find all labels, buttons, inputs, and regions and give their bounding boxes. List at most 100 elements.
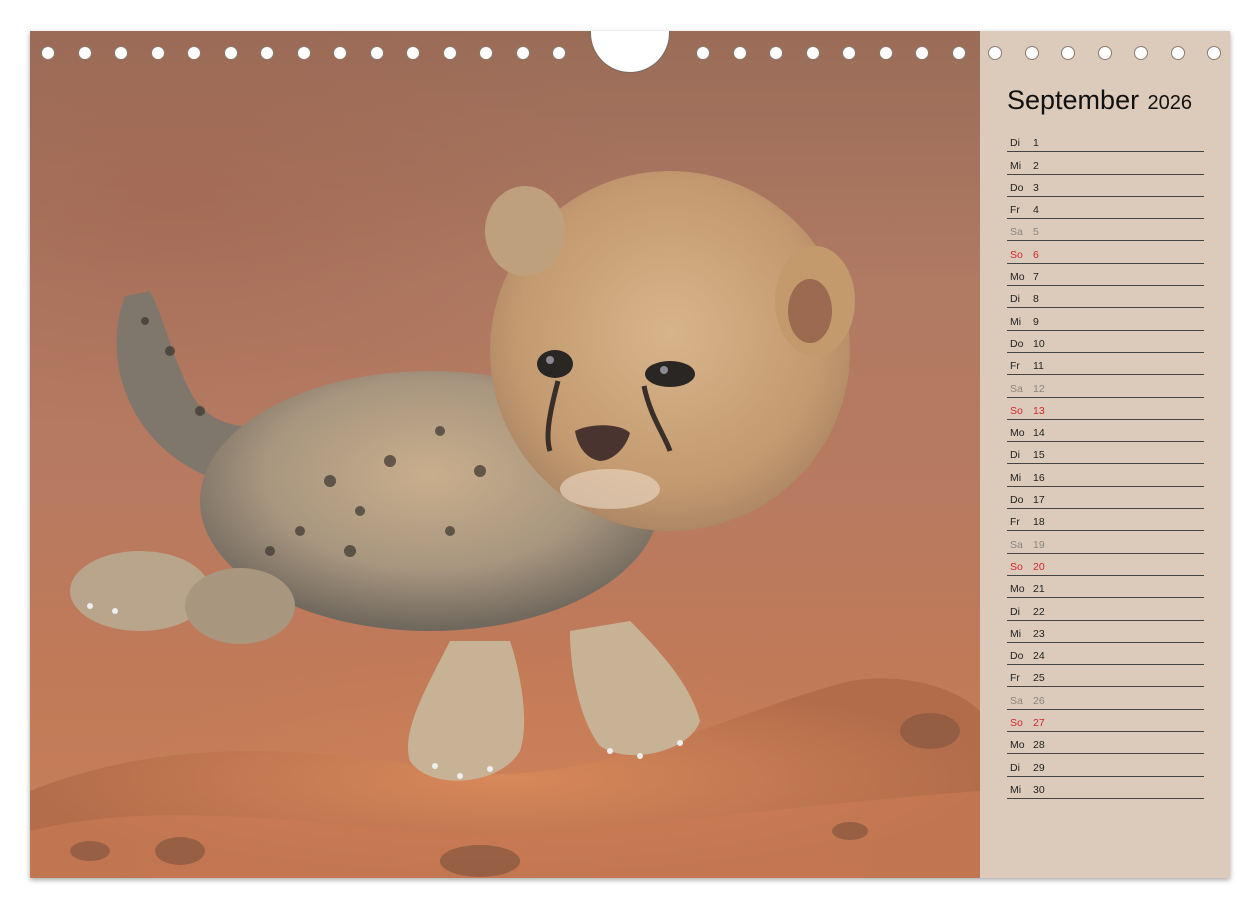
day-number: 30: [1033, 783, 1045, 796]
binding-hole: [260, 46, 274, 60]
day-row: Di 29: [1007, 754, 1204, 777]
binding-hole: [1061, 46, 1075, 60]
binding-hole: [1134, 46, 1148, 60]
binding-hole: [951, 46, 966, 60]
binding-hole: [296, 46, 311, 60]
weekday-label: Mi: [1010, 159, 1022, 172]
weekday-label: Mi: [1010, 471, 1022, 484]
day-number: 15: [1033, 449, 1045, 462]
day-number: 4: [1033, 204, 1039, 217]
day-number: 20: [1033, 560, 1045, 573]
day-row: So 27: [1007, 710, 1204, 733]
binding-hole: [1024, 46, 1039, 60]
day-number: 7: [1033, 271, 1039, 284]
day-row: Di 15: [1007, 442, 1204, 465]
binding-hole: [552, 46, 566, 60]
day-number: 23: [1033, 627, 1045, 640]
binding-hole: [479, 46, 493, 60]
day-number: 5: [1033, 226, 1039, 239]
weekday-label: Do: [1010, 337, 1024, 350]
day-number: 19: [1033, 538, 1045, 551]
weekday-label: Di: [1010, 449, 1020, 462]
day-number: 18: [1033, 516, 1045, 529]
binding-hole: [442, 46, 457, 60]
day-number: 14: [1033, 427, 1045, 440]
day-row: Mo 14: [1007, 420, 1204, 443]
binding-hole: [696, 46, 710, 60]
binding-hole: [223, 46, 238, 60]
day-row: Mi 16: [1007, 464, 1204, 487]
day-number: 9: [1033, 315, 1039, 328]
weekday-label: So: [1010, 717, 1023, 730]
binding-hole: [769, 46, 783, 60]
day-row: So 6: [1007, 241, 1204, 264]
day-row: Mi 23: [1007, 621, 1204, 643]
weekday-label: So: [1010, 404, 1023, 417]
weekday-label: Do: [1010, 181, 1024, 194]
binding-hole: [406, 46, 420, 60]
day-row: Do 10: [1007, 331, 1204, 353]
day-row: Di 8: [1007, 286, 1204, 309]
day-row: Mi 9: [1007, 308, 1204, 331]
day-row: So 20: [1007, 554, 1204, 576]
year-label: 2026: [1147, 92, 1193, 114]
calendar-page: September 2026 Di 1 Mi 2 Do 3 Fr 4 Sa 5 So 6 Mo 7 Di 8 M…: [30, 31, 1230, 878]
day-row: Fr 4: [1007, 197, 1204, 220]
day-row: Di 1: [1007, 130, 1204, 153]
binding-hole: [114, 46, 128, 60]
binding-hole: [1170, 46, 1185, 60]
weekday-label: Mo: [1010, 739, 1025, 752]
day-row: Fr 11: [1007, 353, 1204, 376]
binding-hole: [150, 46, 165, 60]
weekday-label: Fr: [1010, 672, 1020, 685]
day-number: 10: [1033, 337, 1045, 350]
day-row: Sa 12: [1007, 375, 1204, 398]
weekday-label: Di: [1010, 605, 1020, 618]
day-number: 25: [1033, 672, 1045, 685]
weekday-label: Sa: [1010, 694, 1023, 707]
month-title: September 2026: [1007, 87, 1192, 114]
day-row: Do 24: [1007, 643, 1204, 666]
day-number: 3: [1033, 181, 1039, 194]
day-number: 24: [1033, 650, 1045, 663]
binding-hole: [41, 46, 55, 60]
binding-hole: [732, 46, 747, 60]
binding-hole: [805, 46, 820, 60]
day-row: Sa 19: [1007, 531, 1204, 554]
weekday-label: So: [1010, 248, 1023, 261]
weekday-label: Sa: [1010, 226, 1023, 239]
binding-hole: [915, 46, 929, 60]
calendar-sidebar: September 2026 Di 1 Mi 2 Do 3 Fr 4 Sa 5 So 6 Mo 7 Di 8 M…: [980, 31, 1230, 878]
day-row: Do 3: [1007, 175, 1204, 197]
weekday-label: Mi: [1010, 315, 1022, 328]
day-row: Mi 2: [1007, 152, 1204, 175]
weekday-label: Di: [1010, 137, 1020, 150]
weekday-label: Mi: [1010, 627, 1022, 640]
day-number: 27: [1033, 717, 1045, 730]
weekday-label: Sa: [1010, 538, 1023, 551]
weekday-label: Mo: [1010, 583, 1025, 596]
binding-hole: [878, 46, 893, 60]
weekday-label: So: [1010, 560, 1023, 573]
day-row: Mi 30: [1007, 777, 1204, 799]
cheetah-cub-photo: [30, 31, 980, 878]
binding-hole: [333, 46, 347, 60]
day-number: 11: [1033, 360, 1044, 373]
weekday-label: Mo: [1010, 271, 1025, 284]
day-number: 17: [1033, 494, 1045, 507]
weekday-label: Mi: [1010, 783, 1022, 796]
month-name: September: [1007, 85, 1140, 115]
day-number: 1: [1033, 137, 1039, 150]
day-number: 28: [1033, 739, 1045, 752]
day-number: 8: [1033, 293, 1039, 306]
day-number: 12: [1033, 382, 1045, 395]
day-number: 21: [1033, 583, 1045, 596]
day-row: Fr 25: [1007, 665, 1204, 688]
day-number: 6: [1033, 248, 1039, 261]
day-number: 13: [1033, 404, 1045, 417]
weekday-label: Di: [1010, 293, 1020, 306]
day-number: 22: [1033, 605, 1045, 618]
weekday-label: Do: [1010, 494, 1024, 507]
weekday-label: Sa: [1010, 382, 1023, 395]
day-row: Do 17: [1007, 487, 1204, 510]
